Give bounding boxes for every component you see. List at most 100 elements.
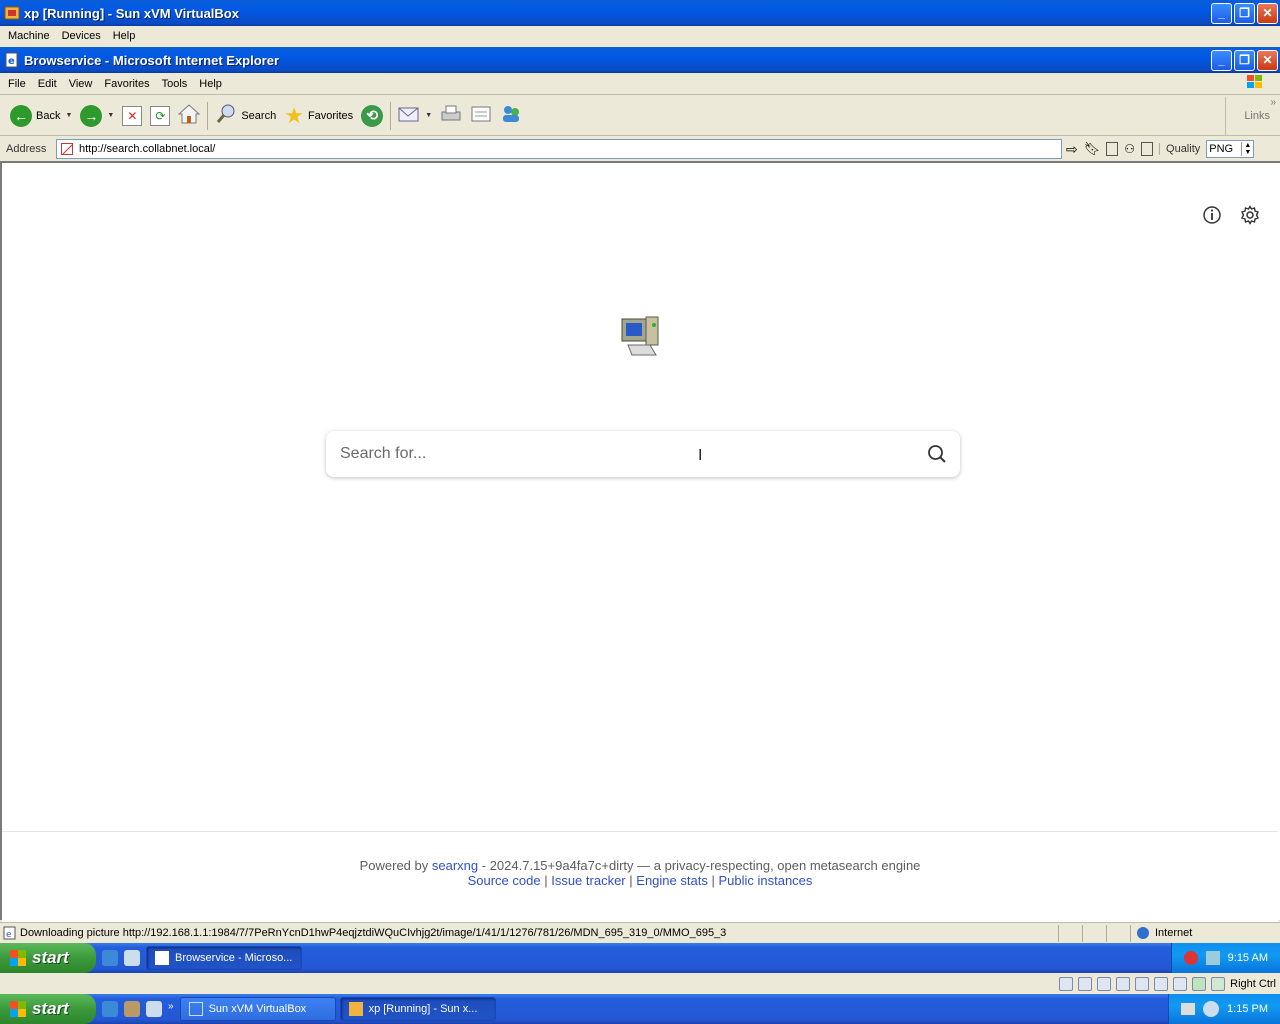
app-quicklaunch-icon[interactable]: [124, 1001, 140, 1017]
page-loading-icon: e: [3, 926, 17, 943]
mail-button[interactable]: ▼: [394, 99, 436, 133]
format-select[interactable]: PNG ▲ ▼: [1206, 140, 1255, 158]
task-virtualbox[interactable]: Sun xVM VirtualBox: [179, 997, 336, 1021]
chevron-right-icon[interactable]: »: [168, 1001, 174, 1017]
history-icon: ⟲: [361, 104, 384, 127]
virtualbox-cube-icon: [188, 1002, 203, 1016]
vbox-titlebar[interactable]: xp [Running] - Sun xVM VirtualBox _ ❐ ✕: [0, 0, 1280, 26]
spinner-icon[interactable]: ▲ ▼: [1241, 142, 1253, 156]
desktop-quicklaunch-icon[interactable]: [124, 950, 140, 966]
guest-clock[interactable]: 9:15 AM: [1228, 952, 1268, 964]
minimize-icon[interactable]: _: [1211, 2, 1232, 24]
vbox-menubar: Machine Devices Help: [0, 26, 1280, 46]
network-adapter-icon[interactable]: [1116, 977, 1131, 991]
minimize-icon[interactable]: _: [1211, 49, 1232, 71]
restore-icon[interactable]: ❐: [1234, 49, 1255, 71]
bookmark-icon[interactable]: 🔖︎: [1084, 141, 1101, 157]
host-key-label: Right Ctrl: [1230, 978, 1276, 990]
network-icon[interactable]: [1205, 951, 1220, 965]
footer-separator: |: [629, 873, 633, 888]
links-toolbar[interactable]: Links »: [1225, 96, 1280, 135]
clipboard-icon[interactable]: [1141, 142, 1154, 156]
chevron-down-icon[interactable]: ▼: [107, 112, 114, 119]
windows-flag-icon: [10, 1001, 26, 1017]
source-code-link[interactable]: Source code: [468, 873, 541, 888]
cdrom-icon[interactable]: [1078, 977, 1093, 991]
floppy-icon[interactable]: [1097, 977, 1112, 991]
menu-tools[interactable]: Tools: [156, 78, 194, 90]
security-alert-icon[interactable]: [1183, 951, 1198, 965]
keyboard-icon[interactable]: [1181, 1003, 1196, 1015]
host-start-button[interactable]: start: [0, 994, 96, 1024]
harddisk-icon[interactable]: [1059, 977, 1074, 991]
search-icon[interactable]: [926, 443, 948, 468]
binoculars-icon[interactable]: ⚇: [1124, 142, 1135, 156]
restore-icon[interactable]: ❐: [1234, 2, 1255, 24]
start-label: start: [32, 948, 69, 967]
guest-start-button[interactable]: start: [0, 943, 96, 973]
back-button[interactable]: ← Back ▼: [6, 99, 76, 133]
chevron-right-icon[interactable]: »: [1270, 97, 1276, 108]
refresh-button[interactable]: ⟳: [146, 99, 174, 133]
menu-edit[interactable]: Edit: [32, 78, 63, 90]
go-arrow-icon[interactable]: ⇨: [1066, 141, 1078, 158]
status-pane: [1106, 924, 1130, 942]
menu-help[interactable]: Help: [107, 30, 142, 42]
status-pane: [1082, 924, 1106, 942]
public-instances-link[interactable]: Public instances: [718, 873, 812, 888]
info-icon[interactable]: [1202, 205, 1222, 228]
page-footer: Powered by searxng - 2024.7.15+9a4fa7c+d…: [2, 831, 1278, 922]
issue-tracker-link[interactable]: Issue tracker: [551, 873, 625, 888]
menu-devices[interactable]: Devices: [56, 30, 107, 42]
search-label: Search: [241, 109, 277, 122]
task-label: xp [Running] - Sun x...: [368, 1003, 478, 1015]
shared-folder-icon[interactable]: [1154, 977, 1169, 991]
home-button[interactable]: [174, 99, 204, 133]
menu-view[interactable]: View: [63, 78, 99, 90]
chevron-down-icon[interactable]: ▼: [65, 112, 72, 119]
menu-favorites[interactable]: Favorites: [98, 78, 155, 90]
history-button[interactable]: ⟲: [357, 99, 387, 133]
gear-icon[interactable]: [1240, 205, 1260, 228]
host-system-tray: 1:15 PM: [1168, 994, 1280, 1024]
mouse-integration-icon[interactable]: [1211, 977, 1226, 991]
print-button[interactable]: [436, 99, 466, 133]
messenger-button[interactable]: [496, 99, 526, 133]
chevron-down-icon[interactable]: ▼: [425, 112, 432, 119]
address-bar: Address http://search.collabnet.local/ ⇨…: [0, 138, 1280, 160]
page-icon[interactable]: [1106, 142, 1119, 156]
search-button[interactable]: Search: [211, 99, 280, 133]
favorites-label: Favorites: [307, 109, 354, 122]
usb-icon[interactable]: [1135, 977, 1150, 991]
close-icon[interactable]: ✕: [1257, 49, 1278, 71]
task-browservice[interactable]: Browservice - Microso...: [146, 946, 302, 970]
close-icon[interactable]: ✕: [1257, 2, 1278, 24]
menu-file[interactable]: File: [2, 78, 32, 90]
forward-button[interactable]: → ▼: [76, 99, 118, 133]
engine-stats-link[interactable]: Engine stats: [636, 873, 708, 888]
desktop-quicklaunch-icon[interactable]: [146, 1001, 162, 1017]
virtualization-icon[interactable]: [1192, 977, 1207, 991]
favorites-button[interactable]: ★ Favorites: [280, 99, 357, 133]
menu-help[interactable]: Help: [193, 78, 228, 90]
virtualbox-icon: [348, 1002, 363, 1016]
ie-title: Browservice - Microsoft Internet Explore…: [24, 52, 280, 68]
ie-titlebar[interactable]: e Browservice - Microsoft Internet Explo…: [0, 47, 1280, 73]
stop-button[interactable]: ✕: [118, 99, 146, 133]
ie-quicklaunch-icon[interactable]: [102, 950, 118, 966]
searxng-link[interactable]: searxng: [432, 858, 478, 873]
ie-quicklaunch-icon[interactable]: [102, 1001, 118, 1017]
ie-menubar: File Edit View Favorites Tools Help: [0, 73, 1280, 95]
collapse-tray-icon[interactable]: [1203, 1001, 1220, 1017]
capture-icon[interactable]: [1173, 977, 1188, 991]
menu-machine[interactable]: Machine: [2, 30, 56, 42]
address-url: http://search.collabnet.local/: [79, 143, 216, 155]
search-input[interactable]: [340, 445, 900, 463]
host-clock[interactable]: 1:15 PM: [1227, 1003, 1268, 1015]
broken-page-icon: [61, 143, 73, 155]
address-label: Address: [6, 143, 47, 155]
edit-button[interactable]: [466, 99, 496, 133]
address-input[interactable]: http://search.collabnet.local/: [56, 139, 1062, 159]
task-xp-running[interactable]: xp [Running] - Sun x...: [339, 997, 496, 1021]
search-box[interactable]: I: [326, 431, 960, 477]
